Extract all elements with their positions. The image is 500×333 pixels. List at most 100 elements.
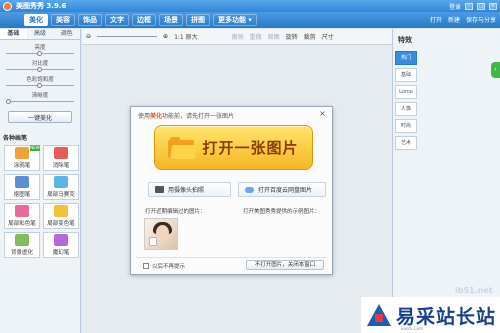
close-without-open-button[interactable]: 不打开图片，关闭本窗口 [246, 260, 324, 270]
adjust-slider[interactable] [6, 83, 74, 88]
resize-button[interactable]: 尺寸 [322, 32, 334, 41]
effect-tab[interactable]: 基础 [395, 68, 417, 82]
slider-knob[interactable] [37, 51, 42, 56]
brush-tool[interactable]: 局部马赛克 [43, 174, 79, 200]
expand-arrow-icon[interactable]: ‹ [491, 62, 500, 78]
app-title: 美图秀秀 3.9.6 [16, 2, 67, 10]
effect-tab[interactable]: 热门 [395, 51, 417, 65]
adjust-slider[interactable] [6, 99, 74, 104]
camera-capture-button[interactable]: 用摄像头拍照 [148, 182, 231, 197]
adjust-slider-row: 对比度 [6, 59, 74, 72]
sample-images-label: 打开美图秀秀提供的示例图片： [243, 209, 321, 215]
brush-label: 抠图笔 [13, 192, 31, 198]
slider-knob[interactable] [37, 67, 42, 72]
adjust-tabs: 基础 高级 调色 [0, 29, 80, 40]
brush-label: 局部马赛克 [47, 192, 75, 198]
close-window-button[interactable]: × [489, 3, 497, 10]
adjust-slider[interactable] [6, 51, 74, 56]
menu-tab-0[interactable]: 美化 [24, 14, 48, 26]
brush-label: 局部彩色笔 [8, 221, 36, 227]
dialog-header-prefix: 使用 [138, 113, 151, 120]
title-bar-controls: 登录 – □ × [449, 2, 497, 11]
brush-tool[interactable]: 抠图笔 [4, 174, 40, 200]
watermark-url: ib51.net [455, 286, 493, 295]
tab-advanced[interactable]: 高级 [27, 29, 54, 39]
menu-tab-more[interactable]: 更多功能 ▾ [213, 14, 257, 26]
open-file-button[interactable]: 打开 [430, 15, 442, 24]
brush-label: 涂鸦笔 [13, 163, 31, 169]
effects-title: 特效 [398, 36, 412, 44]
one-key-beautify-button[interactable]: 一键美化 [8, 111, 72, 123]
slider-label: 色彩饱和度 [26, 77, 54, 83]
camera-icon [155, 186, 164, 193]
title-bar: 美图秀秀 3.9.6 登录 – □ × [0, 0, 500, 12]
dialog-divider [136, 257, 327, 258]
effect-tab[interactable]: 时尚 [395, 119, 417, 133]
camera-label: 用摄像头拍照 [168, 187, 205, 194]
undo-button[interactable]: 撤销 [232, 32, 244, 41]
cloud-label: 打开百度云网盘图片 [258, 187, 313, 194]
left-adjust-panel: 基础 高级 调色 亮度对比度色彩饱和度清晰度 一键美化 各种画笔 涂鸦笔 NEW 消… [0, 29, 81, 333]
redo-button[interactable]: 重做 [250, 32, 262, 41]
menu-tab-3[interactable]: 文字 [105, 14, 129, 26]
brush-tool[interactable]: 局部彩色笔 [4, 203, 40, 229]
zoom-slider[interactable] [97, 35, 158, 39]
effect-tab[interactable]: 艺术 [395, 136, 417, 150]
watermark-small-text: Easck.Com [401, 326, 423, 331]
blur-bg-icon [15, 234, 29, 246]
save-share-button[interactable]: 保存与分享 [466, 15, 496, 24]
dialog-header-suffix: 功能前，请先打开一张图片 [162, 113, 235, 120]
slider-label: 清晰度 [31, 93, 49, 99]
maximize-button[interactable]: □ [477, 3, 485, 10]
brush-tool[interactable]: 涂鸦笔 NEW [4, 145, 40, 171]
menu-tab-1[interactable]: 美容 [51, 14, 75, 26]
original-button[interactable]: 原图 [268, 32, 280, 41]
crop-button[interactable]: 裁剪 [304, 32, 316, 41]
tab-basic[interactable]: 基础 [0, 29, 27, 39]
effect-tab[interactable]: 人像 [395, 102, 417, 116]
actual-size-button[interactable]: 1:1 原大 [174, 32, 198, 41]
slider-knob[interactable] [6, 99, 11, 104]
eraser-pen-icon [54, 147, 68, 159]
baidu-cloud-button[interactable]: 打开百度云网盘图片 [238, 182, 326, 197]
watermark-banner: 易采站长站 Easck.Com [361, 297, 500, 333]
login-link[interactable]: 登录 [449, 2, 461, 11]
zoom-out-icon[interactable]: ⊖ [86, 33, 91, 40]
dialog-header: 使用美化功能前，请先打开一张图片 [138, 111, 234, 120]
recent-images-label: 打开近期编辑过的图片： [145, 209, 206, 215]
menu-tab-5[interactable]: 场景 [159, 14, 183, 26]
effect-category-tabs: 热门基础 Lomo 人像时尚艺术 [395, 51, 417, 153]
brush-tool[interactable]: 背景虚化 [4, 232, 40, 258]
minimize-button[interactable]: – [465, 3, 473, 10]
brush-tool[interactable]: 局部变色笔 [43, 203, 79, 229]
zoom-in-icon[interactable]: ⊕ [163, 33, 168, 40]
menu-tab-4[interactable]: 边框 [132, 14, 156, 26]
slider-label: 对比度 [31, 61, 49, 67]
cloud-icon [245, 186, 254, 193]
canvas-toolbar: ⊖ ⊕ 1:1 原大 撤销 重做 原图 旋转 裁剪 尺寸 [82, 29, 392, 45]
app-logo-icon [3, 1, 12, 11]
slider-knob[interactable] [37, 83, 42, 88]
mosaic-icon [54, 176, 68, 188]
brush-tool[interactable]: 消除笔 [43, 145, 79, 171]
color-pen-icon [15, 205, 29, 217]
adjust-slider-row: 亮度 [6, 43, 74, 56]
brush-tool[interactable]: 魔幻笔 [43, 232, 79, 258]
adjust-slider[interactable] [6, 67, 74, 72]
new-file-button[interactable]: 新建 [448, 15, 460, 24]
main-menu-bar: 美化 美容 饰品 文字 边框 场景 拼图 更多功能 ▾ 打开 新建 保存与分享 [0, 12, 500, 28]
brushes-section-title: 各种画笔 [3, 135, 28, 142]
effect-tab[interactable]: Lomo [395, 85, 417, 99]
open-image-button[interactable]: 打开一张图片 [154, 125, 313, 170]
dont-show-again-checkbox[interactable] [143, 263, 149, 269]
dont-show-again-row[interactable]: 以后不再提示 [143, 262, 185, 270]
tab-color[interactable]: 调色 [53, 29, 80, 39]
menu-tab-2[interactable]: 饰品 [78, 14, 102, 26]
brush-label: 消除笔 [52, 163, 70, 169]
recent-image-thumbnail[interactable] [144, 218, 178, 250]
dialog-header-highlight: 美化 [150, 113, 163, 120]
dialog-close-icon[interactable]: × [318, 109, 327, 118]
menubar-actions: 打开 新建 保存与分享 [430, 15, 496, 24]
rotate-button[interactable]: 旋转 [286, 32, 298, 41]
menu-tab-6[interactable]: 拼图 [186, 14, 210, 26]
